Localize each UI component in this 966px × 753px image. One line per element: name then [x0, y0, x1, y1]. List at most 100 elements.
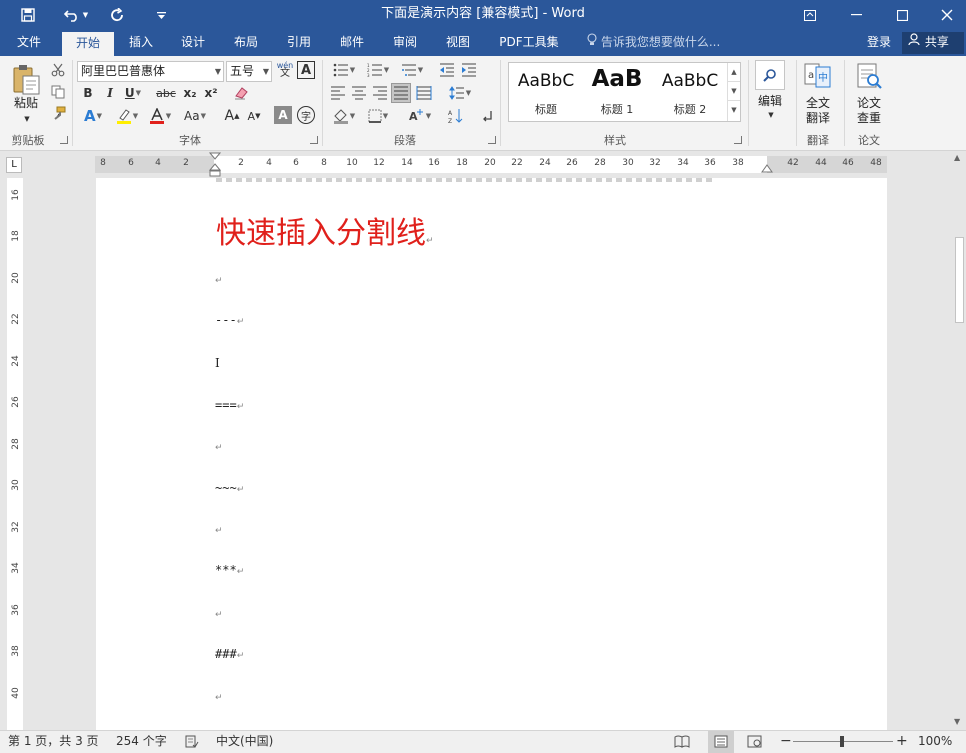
scroll-down-icon[interactable]: ▼ [954, 717, 960, 726]
multilevel-list-icon[interactable]: ▼ [396, 60, 428, 80]
underline-button[interactable]: U ▼ [120, 83, 146, 103]
text-effects-icon[interactable]: A ▼ [78, 106, 108, 126]
minimize-icon[interactable] [833, 0, 879, 30]
web-layout-icon[interactable] [747, 731, 763, 753]
cut-icon[interactable] [48, 60, 68, 80]
copy-icon[interactable] [48, 82, 68, 102]
sort-icon[interactable]: AZ [446, 106, 466, 126]
print-layout-icon[interactable] [708, 731, 734, 753]
decrease-indent-icon[interactable] [437, 60, 457, 80]
shrink-font-button[interactable]: A ▼ [244, 106, 264, 126]
bullets-icon[interactable]: ▼ [328, 60, 360, 80]
style-title[interactable]: AaBbC 标题 [511, 63, 581, 121]
bold-button[interactable]: B [78, 83, 98, 103]
thesis-check-icon[interactable] [853, 60, 885, 92]
align-center-icon[interactable] [349, 83, 369, 103]
enclose-char-button[interactable]: 字 [297, 106, 315, 124]
paragraph[interactable]: ~~~↵ [215, 481, 244, 495]
zoom-level[interactable]: 100% [918, 731, 952, 753]
tab-view[interactable]: 视图 [435, 30, 481, 56]
vertical-scrollbar[interactable]: ▲ ▼ [952, 151, 966, 730]
login-link[interactable]: 登录 [867, 30, 891, 56]
highlight-icon[interactable]: ▼ [112, 106, 142, 126]
increase-indent-icon[interactable] [459, 60, 479, 80]
styles-launcher-icon[interactable] [734, 136, 742, 144]
shading-icon[interactable]: ▼ [328, 106, 360, 126]
align-left-icon[interactable] [328, 83, 348, 103]
grow-font-button[interactable]: A ▲ [222, 106, 242, 126]
gallery-down-icon[interactable]: ▼ [728, 82, 740, 101]
gallery-more-icon[interactable]: ▼ [728, 101, 740, 120]
paragraph[interactable]: ↵ [215, 439, 223, 453]
char-border-icon[interactable]: A [297, 61, 315, 79]
tab-home[interactable]: 开始 [62, 32, 114, 56]
page-count[interactable]: 第 1 页，共 3 页 [8, 731, 99, 753]
paste-dropdown-icon[interactable]: ▼ [22, 114, 32, 124]
scroll-thumb[interactable] [955, 237, 964, 323]
paste-icon[interactable] [8, 62, 44, 98]
paste-label[interactable]: 粘贴 [8, 96, 44, 111]
styles-gallery-scroll[interactable]: ▲ ▼ ▼ [727, 63, 740, 121]
show-marks-icon[interactable] [476, 106, 496, 126]
justify-icon[interactable] [391, 83, 411, 103]
ribbon-display-icon[interactable] [787, 0, 833, 30]
edit-dropdown-icon[interactable]: ▼ [766, 110, 776, 120]
char-shading-button[interactable]: A [274, 106, 292, 124]
tab-mailings[interactable]: 邮件 [329, 30, 375, 56]
tab-references[interactable]: 引用 [276, 30, 322, 56]
paragraph[interactable]: ---↵ [215, 313, 244, 327]
format-painter-icon[interactable] [48, 104, 68, 124]
tab-design[interactable]: 设计 [170, 30, 216, 56]
thesis-check-label[interactable]: 论文 查重 [849, 96, 889, 126]
scroll-up-icon[interactable]: ▲ [954, 153, 960, 162]
paragraph[interactable]: ###↵ [215, 647, 244, 661]
paragraph[interactable]: ↵ [215, 522, 223, 536]
full-translate-label[interactable]: 全文 翻译 [798, 96, 838, 126]
style-heading-1[interactable]: AaB 标题 1 [583, 63, 651, 121]
customize-icon[interactable] [152, 0, 170, 30]
document-page[interactable]: 快速插入分割线↵ ↵ ---↵ Ⅰ ===↵ ↵ ~~~↵ ↵ ***↵ ↵ #… [96, 178, 887, 730]
font-launcher-icon[interactable] [310, 136, 318, 144]
read-mode-icon[interactable] [674, 731, 690, 753]
zoom-out-button[interactable]: − [780, 731, 792, 753]
tab-insert[interactable]: 插入 [118, 30, 164, 56]
document-heading[interactable]: 快速插入分割线↵ [216, 208, 434, 252]
strikethrough-button[interactable]: abc [154, 83, 178, 103]
right-indent-marker-icon[interactable] [761, 164, 773, 174]
tab-pdf-tools[interactable]: PDF工具集 [492, 30, 566, 56]
indent-marker-icon[interactable] [209, 152, 221, 178]
vertical-ruler[interactable]: 16 18 20 22 24 26 28 30 32 34 36 38 40 [7, 178, 23, 730]
edit-label[interactable]: 编辑 [752, 94, 788, 109]
phonetic-guide-icon[interactable]: wén 文 [275, 60, 295, 80]
style-heading-2[interactable]: AaBbC 标题 2 [653, 63, 727, 121]
maximize-icon[interactable] [879, 0, 925, 30]
horizontal-ruler[interactable]: 8 6 4 2 2 4 6 8 10 12 14 16 18 20 22 24 … [95, 152, 887, 177]
superscript-button[interactable]: x² [201, 83, 221, 103]
chinese-layout-icon[interactable]: A ▼ [404, 106, 436, 126]
close-icon[interactable] [924, 0, 966, 30]
clear-format-icon[interactable] [231, 83, 251, 103]
paragraph-launcher-icon[interactable] [488, 136, 496, 144]
paragraph[interactable]: ===↵ [215, 398, 244, 412]
tab-layout[interactable]: 布局 [223, 30, 269, 56]
share-button[interactable]: 共享 [902, 32, 964, 54]
language-indicator[interactable]: 中文(中国) [216, 731, 273, 753]
zoom-slider-thumb[interactable] [840, 736, 844, 747]
paragraph[interactable]: ***↵ [215, 563, 244, 577]
italic-button[interactable]: I [100, 83, 120, 103]
font-color-icon[interactable]: ▼ [145, 106, 175, 126]
align-right-icon[interactable] [370, 83, 390, 103]
paragraph[interactable]: ↵ [215, 272, 223, 286]
paragraph[interactable]: ↵ [215, 606, 223, 620]
distributed-icon[interactable] [414, 83, 434, 103]
search-icon[interactable] [755, 60, 785, 90]
redo-icon[interactable] [104, 0, 130, 30]
borders-icon[interactable]: ▼ [362, 106, 394, 126]
undo-icon[interactable]: ▼ [58, 0, 94, 30]
proofing-icon[interactable] [185, 731, 199, 753]
paragraph[interactable]: ↵ [215, 689, 223, 703]
zoom-in-button[interactable]: + [896, 731, 908, 753]
change-case-button[interactable]: Aa ▼ [179, 106, 211, 126]
tab-review[interactable]: 审阅 [382, 30, 428, 56]
font-name-combo[interactable]: 阿里巴巴普惠体 ▼ [77, 61, 224, 82]
